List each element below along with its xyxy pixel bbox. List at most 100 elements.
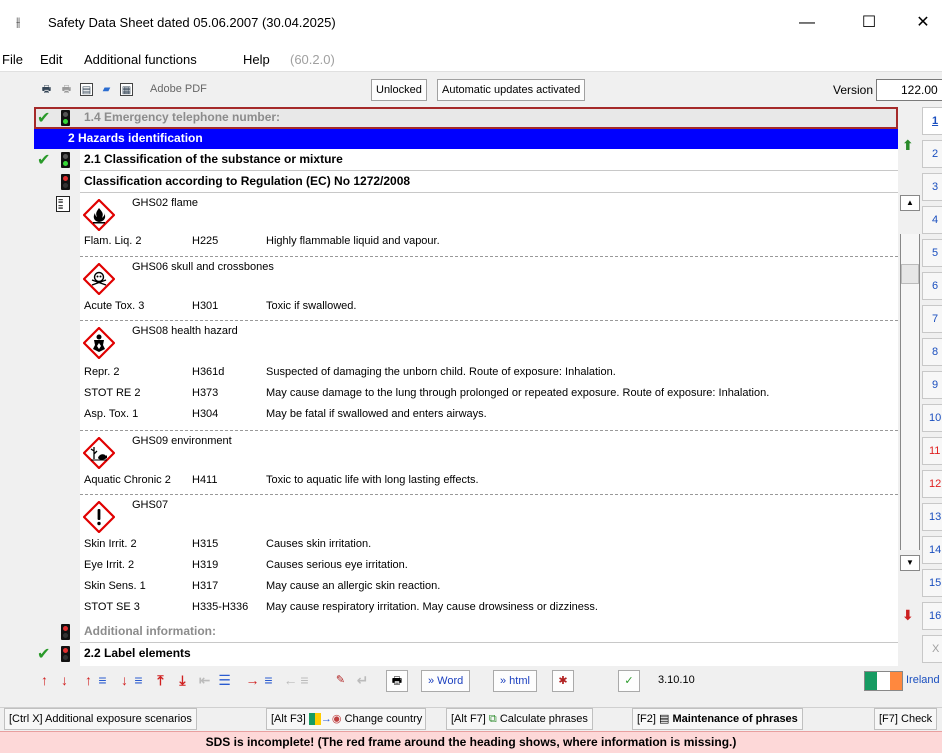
page-tab-10[interactable]: 10 (922, 404, 942, 432)
arrow-down-icon[interactable]: ⬇ (902, 607, 914, 624)
pdf-export-icon[interactable]: ▤ (80, 83, 93, 96)
hotkey-label: Maintenance of phrases (672, 713, 798, 725)
move-up-icon[interactable]: ↑ (36, 670, 53, 691)
title-bar: ⫲ Safety Data Sheet dated 05.06.2007 (30… (0, 0, 942, 46)
row-status (34, 621, 80, 643)
hotkey-check[interactable]: [F7] Check (874, 708, 938, 730)
ghs-block: GHS06 skull and crossbones Acute Tox. 3 … (80, 256, 898, 320)
ghs-name: GHS06 skull and crossbones (132, 261, 274, 273)
page-tab-2[interactable]: 2 (922, 140, 942, 168)
app-icon: ⫲ (16, 14, 21, 29)
export-word-button[interactable]: » Word (421, 670, 471, 692)
traffic-light-icon (61, 174, 70, 190)
hazard-code: H411 (192, 474, 218, 486)
hotkey-key: [F2] (637, 713, 656, 725)
scroll-thumb[interactable] (901, 264, 919, 284)
section-hazards-identification[interactable]: 2 Hazards identification (34, 129, 898, 149)
hotkey-key: [Alt F7] (451, 713, 486, 725)
section-emergency-telephone[interactable]: ✔ 1.4 Emergency telephone number: (34, 107, 898, 129)
export-html-button[interactable]: » html (493, 670, 537, 692)
adobe-pdf-icon[interactable]: ▦ (120, 83, 133, 96)
hotkey-label: Calculate phrases (499, 713, 588, 725)
scroll-down-button[interactable]: ▼ (900, 555, 920, 571)
page-tab-1[interactable]: 1 (922, 107, 942, 135)
document-list-icon[interactable]: ≡ ≡ (56, 196, 70, 212)
ghs-block: GHS09 environment Aquatic Chronic 2 H411… (80, 430, 898, 494)
version-label: Version (833, 83, 874, 97)
page-tab-14[interactable]: 14 (922, 536, 942, 564)
page-tab-9[interactable]: 9 (922, 371, 942, 399)
section-label-elements[interactable]: ✔ 2.2 Label elements (34, 643, 898, 666)
hotkey-label: Change country (344, 713, 423, 725)
ghs-name: GHS07 (132, 499, 169, 511)
arrow-up-icon[interactable]: ⬆ (902, 137, 914, 154)
automatic-updates-button[interactable]: Automatic updates activated (437, 79, 586, 101)
ghs-name: GHS02 flame (132, 197, 199, 209)
hazard-code: H361d (192, 366, 225, 378)
page-tab-8[interactable]: 8 (922, 338, 942, 366)
check-icon[interactable]: ✓ (618, 670, 640, 692)
menu-file[interactable]: File (2, 52, 23, 67)
maximize-button[interactable]: ☐ (846, 6, 892, 40)
insert-list-icon[interactable]: ☰ (216, 670, 233, 691)
flame-icon (83, 199, 115, 231)
page-tab-15[interactable]: 15 (922, 569, 942, 597)
page-tab-x[interactable]: X (922, 635, 942, 663)
bug-icon[interactable]: ✱ (552, 670, 574, 692)
ireland-flag-icon[interactable] (864, 671, 903, 691)
page-tab-12[interactable]: 12 (922, 470, 942, 498)
health-hazard-icon (83, 327, 115, 359)
exclamation-icon (83, 501, 115, 533)
adobe-pdf-label[interactable]: Adobe PDF (150, 83, 207, 95)
hazard-statement: May cause respiratory irritation. May ca… (266, 601, 598, 613)
move-top-icon[interactable]: ⤒ (152, 670, 169, 691)
page-tab-16[interactable]: 16 (922, 602, 942, 630)
indent-right-icon[interactable]: → (244, 670, 261, 691)
traffic-light-icon (61, 110, 70, 126)
menu-additional-functions[interactable]: Additional functions (84, 52, 197, 67)
hotkey-key: [Alt F3] (271, 713, 306, 725)
hazard-class: Skin Sens. 1 (84, 580, 146, 592)
hotkey-additional-exposure[interactable]: [Ctrl X] Additional exposure scenarios (4, 708, 197, 730)
print-all-icon[interactable]: 🖶 (60, 83, 73, 96)
print-section-icon[interactable]: 🖶 (386, 670, 408, 692)
hotkey-calculate-phrases[interactable]: [Alt F7] ⧉ Calculate phrases (446, 708, 593, 730)
list-icon[interactable]: ≡ (94, 670, 111, 691)
close-button[interactable]: ✕ (900, 6, 942, 40)
unlocked-button[interactable]: Unlocked (371, 79, 427, 101)
move-down-icon[interactable]: ↓ (56, 670, 73, 691)
page-tab-5[interactable]: 5 (922, 239, 942, 267)
phrase-list-icon: ▤ (659, 713, 670, 725)
page-tab-3[interactable]: 3 (922, 173, 942, 201)
page-tab-4[interactable]: 4 (922, 206, 942, 234)
section-heading: 2.2 Label elements (84, 646, 191, 660)
page-tab-7[interactable]: 7 (922, 305, 942, 333)
section-regulation[interactable]: Classification according to Regulation (… (34, 171, 898, 193)
section-classification[interactable]: ✔ 2.1 Classification of the substance or… (34, 149, 898, 171)
navigation-toolbar: ↑ ↓ ↑ ≡ ↓ ≡ ⤒ ⤓ ⇤ ☰ → ≡ ← ≡ ✎ ↵ 🖶 » Word… (34, 667, 942, 695)
eraser-icon[interactable]: ✎ (332, 670, 349, 691)
page-tab-11[interactable]: 11 (922, 437, 942, 465)
page-tab-13[interactable]: 13 (922, 503, 942, 531)
classification-content[interactable]: GHS02 flame Flam. Liq. 2 H225 Highly fla… (80, 193, 898, 621)
indent-list-icon[interactable]: ≡ (260, 670, 277, 691)
hazard-statement: May cause damage to the lung through pro… (266, 387, 770, 399)
menu-edit[interactable]: Edit (40, 52, 62, 67)
move-bottom-icon[interactable]: ⤓ (174, 670, 191, 691)
section-additional-information[interactable]: Additional information: (34, 621, 898, 643)
arrow-right-icon: → (320, 713, 332, 725)
section-heading: Classification according to Regulation (… (84, 174, 411, 188)
version-field[interactable]: 122.00 (876, 79, 942, 101)
minimize-button[interactable]: — (784, 6, 830, 40)
row-status: ✔ (34, 149, 80, 171)
page-tab-6[interactable]: 6 (922, 272, 942, 300)
hotkey-change-country[interactable]: [Alt F3] →◉ Change country (266, 708, 426, 730)
print-icon[interactable]: 🖶 (40, 83, 53, 96)
hotkey-maintenance-of-phrases[interactable]: [F2] ▤ Maintenance of phrases (632, 708, 803, 730)
scroll-up-button[interactable]: ▲ (900, 195, 920, 211)
save-icon[interactable]: ▰ (100, 83, 113, 96)
country-label[interactable]: Ireland (906, 674, 940, 686)
menu-help[interactable]: Help (243, 52, 270, 67)
scroll-track[interactable] (900, 234, 920, 550)
list-icon[interactable]: ≡ (130, 670, 147, 691)
